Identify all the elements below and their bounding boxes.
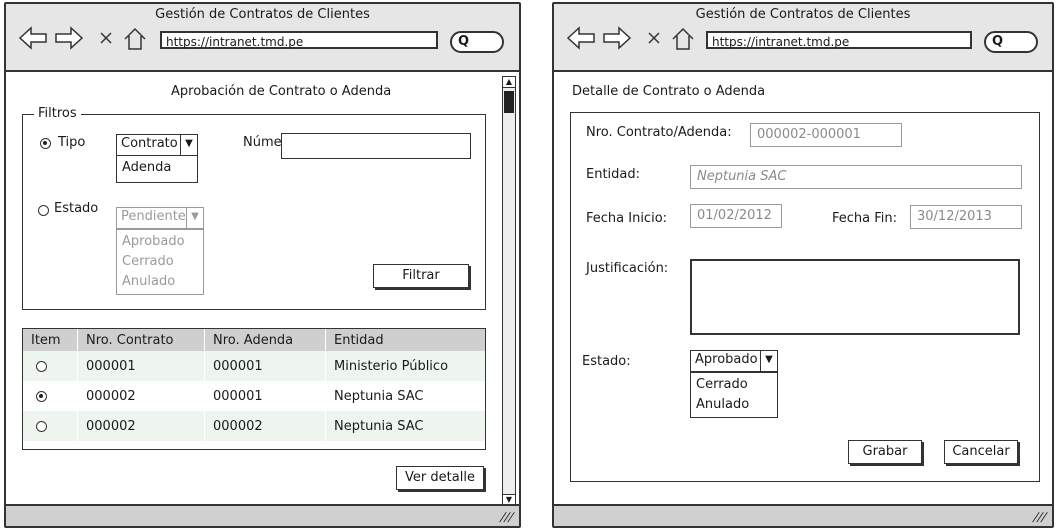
estado-select[interactable]: Aprobado ▼ [690, 350, 778, 372]
entidad-label: Entidad: [586, 167, 641, 182]
browser-chrome: Gestión de Contratos de Clientes https:/… [554, 4, 1052, 72]
scroll-thumb[interactable] [504, 91, 514, 113]
adenda-cell: 000002 [204, 411, 326, 441]
filters-legend: Filtros [34, 106, 81, 121]
estado-select[interactable]: Pendiente ▼ [116, 207, 204, 229]
table-header-row: Item Nro. Contrato Nro. Adenda Entidad [23, 329, 485, 351]
row-radio-cell[interactable] [23, 411, 78, 441]
row-radio-cell[interactable] [23, 351, 78, 381]
estado-selected-value: Aprobado [695, 352, 758, 367]
row-radio[interactable] [36, 390, 47, 402]
page-title: Detalle de Contrato o Adenda [572, 84, 766, 99]
entidad-cell: Neptunia SAC [325, 381, 485, 411]
browser-window-aprobacion: Gestión de Contratos de Clientes https:/… [4, 2, 521, 528]
close-icon[interactable] [98, 30, 114, 46]
dropdown-arrow-icon[interactable]: ▼ [180, 135, 197, 155]
estado-option[interactable]: Cerrado [696, 375, 772, 395]
close-icon[interactable] [646, 30, 662, 46]
tipo-option[interactable]: Adenda [122, 158, 192, 178]
browser-window-detalle: Gestión de Contratos de Clientes https:/… [552, 2, 1054, 528]
status-bar: /// [6, 504, 519, 526]
scroll-up-icon[interactable]: ▲ [503, 77, 515, 88]
resize-grip-icon[interactable]: /// [498, 510, 515, 524]
search-field[interactable]: Q [450, 31, 504, 53]
window-title: Gestión de Contratos de Clientes [695, 7, 911, 22]
tipo-radio[interactable] [40, 138, 51, 149]
fecha-fin-label: Fecha Fin: [832, 211, 898, 226]
back-arrow-icon[interactable] [18, 25, 48, 51]
window-title: Gestión de Contratos de Clientes [155, 7, 370, 22]
table-row[interactable]: 000001 000001 Ministerio Público [23, 351, 485, 381]
column-header: Nro. Contrato [77, 329, 205, 351]
tipo-selected-value: Contrato [121, 136, 178, 151]
estado-option[interactable]: Cerrado [122, 252, 198, 272]
dropdown-arrow-icon[interactable]: ▼ [186, 208, 203, 228]
table-row[interactable]: 000002 000002 Neptunia SAC [23, 411, 485, 441]
contrato-cell: 000002 [77, 381, 205, 411]
fecha-fin-field[interactable]: 30/12/2013 [910, 205, 1022, 229]
adenda-cell: 000001 [204, 381, 326, 411]
entidad-field[interactable]: Neptunia SAC [690, 165, 1022, 189]
tipo-label: Tipo [58, 135, 86, 150]
entidad-cell: Ministerio Público [325, 351, 485, 381]
column-header: Entidad [325, 329, 485, 351]
home-icon[interactable] [670, 26, 696, 52]
cancel-button[interactable]: Cancelar [944, 440, 1018, 464]
vertical-scrollbar[interactable]: ▲ ▼ [502, 76, 516, 506]
view-detail-button[interactable]: Ver detalle [396, 466, 484, 490]
row-radio[interactable] [36, 360, 47, 372]
status-bar: /// [554, 504, 1052, 526]
tipo-select[interactable]: Contrato ▼ [116, 134, 198, 156]
url-bar[interactable]: https://intranet.tmd.pe [160, 31, 438, 49]
contrato-cell: 000002 [77, 411, 205, 441]
tipo-options-list: Adenda [116, 155, 198, 183]
resize-grip-icon[interactable]: /// [1031, 510, 1048, 524]
estado-label: Estado [54, 201, 99, 216]
save-button[interactable]: Grabar [848, 440, 922, 464]
estado-option[interactable]: Aprobado [122, 232, 198, 252]
url-bar[interactable]: https://intranet.tmd.pe [706, 31, 972, 49]
estado-options-list: Aprobado Cerrado Anulado [116, 229, 204, 295]
justificacion-label: Justificación: [586, 261, 669, 276]
adenda-cell: 000001 [204, 351, 326, 381]
filter-button[interactable]: Filtrar [373, 264, 469, 288]
forward-arrow-icon[interactable] [54, 25, 84, 51]
fecha-inicio-label: Fecha Inicio: [586, 211, 668, 226]
browser-chrome: Gestión de Contratos de Clientes https:/… [6, 4, 519, 72]
numero-input[interactable] [281, 133, 471, 159]
entidad-cell: Neptunia SAC [325, 411, 485, 441]
dropdown-arrow-icon[interactable]: ▼ [760, 351, 777, 371]
search-field[interactable]: Q [984, 31, 1038, 53]
forward-arrow-icon[interactable] [602, 25, 632, 51]
nro-label: Nro. Contrato/Adenda: [586, 125, 732, 140]
search-icon: Q [992, 34, 1004, 49]
estado-label: Estado: [582, 354, 631, 369]
column-header: Item [23, 329, 78, 351]
page-title: Aprobación de Contrato o Adenda [171, 84, 392, 99]
estado-options-list: Cerrado Anulado [690, 372, 778, 418]
column-header: Nro. Adenda [204, 329, 326, 351]
row-radio-cell[interactable] [23, 381, 78, 411]
estado-selected-value: Pendiente [121, 209, 186, 224]
estado-option[interactable]: Anulado [696, 395, 772, 415]
estado-option[interactable]: Anulado [122, 272, 198, 292]
contrato-cell: 000001 [77, 351, 205, 381]
fecha-inicio-field[interactable]: 01/02/2012 [690, 204, 782, 228]
table-row[interactable]: 000002 000001 Neptunia SAC [23, 381, 485, 411]
nro-field[interactable]: 000002-000001 [750, 123, 902, 147]
row-radio[interactable] [36, 420, 47, 432]
search-icon: Q [458, 34, 470, 49]
results-table: Item Nro. Contrato Nro. Adenda Entidad 0… [23, 329, 485, 441]
justificacion-textarea[interactable] [690, 259, 1020, 335]
estado-radio[interactable] [38, 205, 49, 216]
back-arrow-icon[interactable] [566, 25, 596, 51]
home-icon[interactable] [122, 26, 148, 52]
